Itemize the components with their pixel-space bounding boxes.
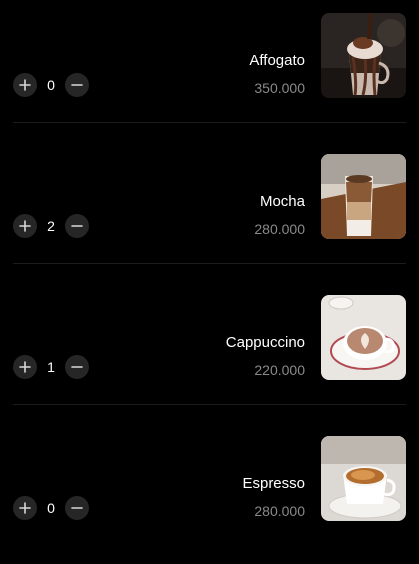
quantity-stepper: 1 <box>13 355 89 379</box>
increment-button[interactable] <box>13 496 37 520</box>
increment-button[interactable] <box>13 73 37 97</box>
plus-icon <box>19 79 31 91</box>
menu-list: Affogato 350.000 0 Mocha 280.000 2 Cappu… <box>0 0 419 536</box>
divider <box>13 263 406 264</box>
espresso-photo[interactable] <box>321 436 406 521</box>
decrement-button[interactable] <box>65 214 89 238</box>
quantity-value: 0 <box>47 500 55 516</box>
increment-button[interactable] <box>13 214 37 238</box>
quantity-stepper: 2 <box>13 214 89 238</box>
quantity-stepper: 0 <box>13 496 89 520</box>
item-price: 220.000 <box>254 362 305 378</box>
increment-button[interactable] <box>13 355 37 379</box>
cappuccino-photo[interactable] <box>321 295 406 380</box>
plus-icon <box>19 502 31 514</box>
quantity-value: 0 <box>47 77 55 93</box>
item-price: 280.000 <box>254 503 305 519</box>
item-price: 350.000 <box>254 80 305 96</box>
quantity-value: 2 <box>47 218 55 234</box>
divider <box>13 404 406 405</box>
decrement-button[interactable] <box>65 496 89 520</box>
item-name: Cappuccino <box>225 334 305 351</box>
plus-icon <box>19 220 31 232</box>
item-name: Affogato <box>249 52 305 69</box>
decrement-button[interactable] <box>65 355 89 379</box>
decrement-button[interactable] <box>65 73 89 97</box>
menu-item-affogato: Affogato 350.000 0 <box>0 0 419 141</box>
menu-item-espresso: Espresso 280.000 0 <box>0 423 419 564</box>
minus-icon <box>71 220 83 232</box>
item-name: Mocha <box>259 193 305 210</box>
item-name: Espresso <box>242 475 305 492</box>
divider <box>13 122 406 123</box>
item-price: 280.000 <box>254 221 305 237</box>
menu-item-cappuccino: Cappuccino 220.000 1 <box>0 282 419 423</box>
minus-icon <box>71 79 83 91</box>
affogato-photo[interactable] <box>321 13 406 98</box>
mocha-photo[interactable] <box>321 154 406 239</box>
quantity-value: 1 <box>47 359 55 375</box>
minus-icon <box>71 502 83 514</box>
quantity-stepper: 0 <box>13 73 89 97</box>
minus-icon <box>71 361 83 373</box>
menu-item-mocha: Mocha 280.000 2 <box>0 141 419 282</box>
plus-icon <box>19 361 31 373</box>
